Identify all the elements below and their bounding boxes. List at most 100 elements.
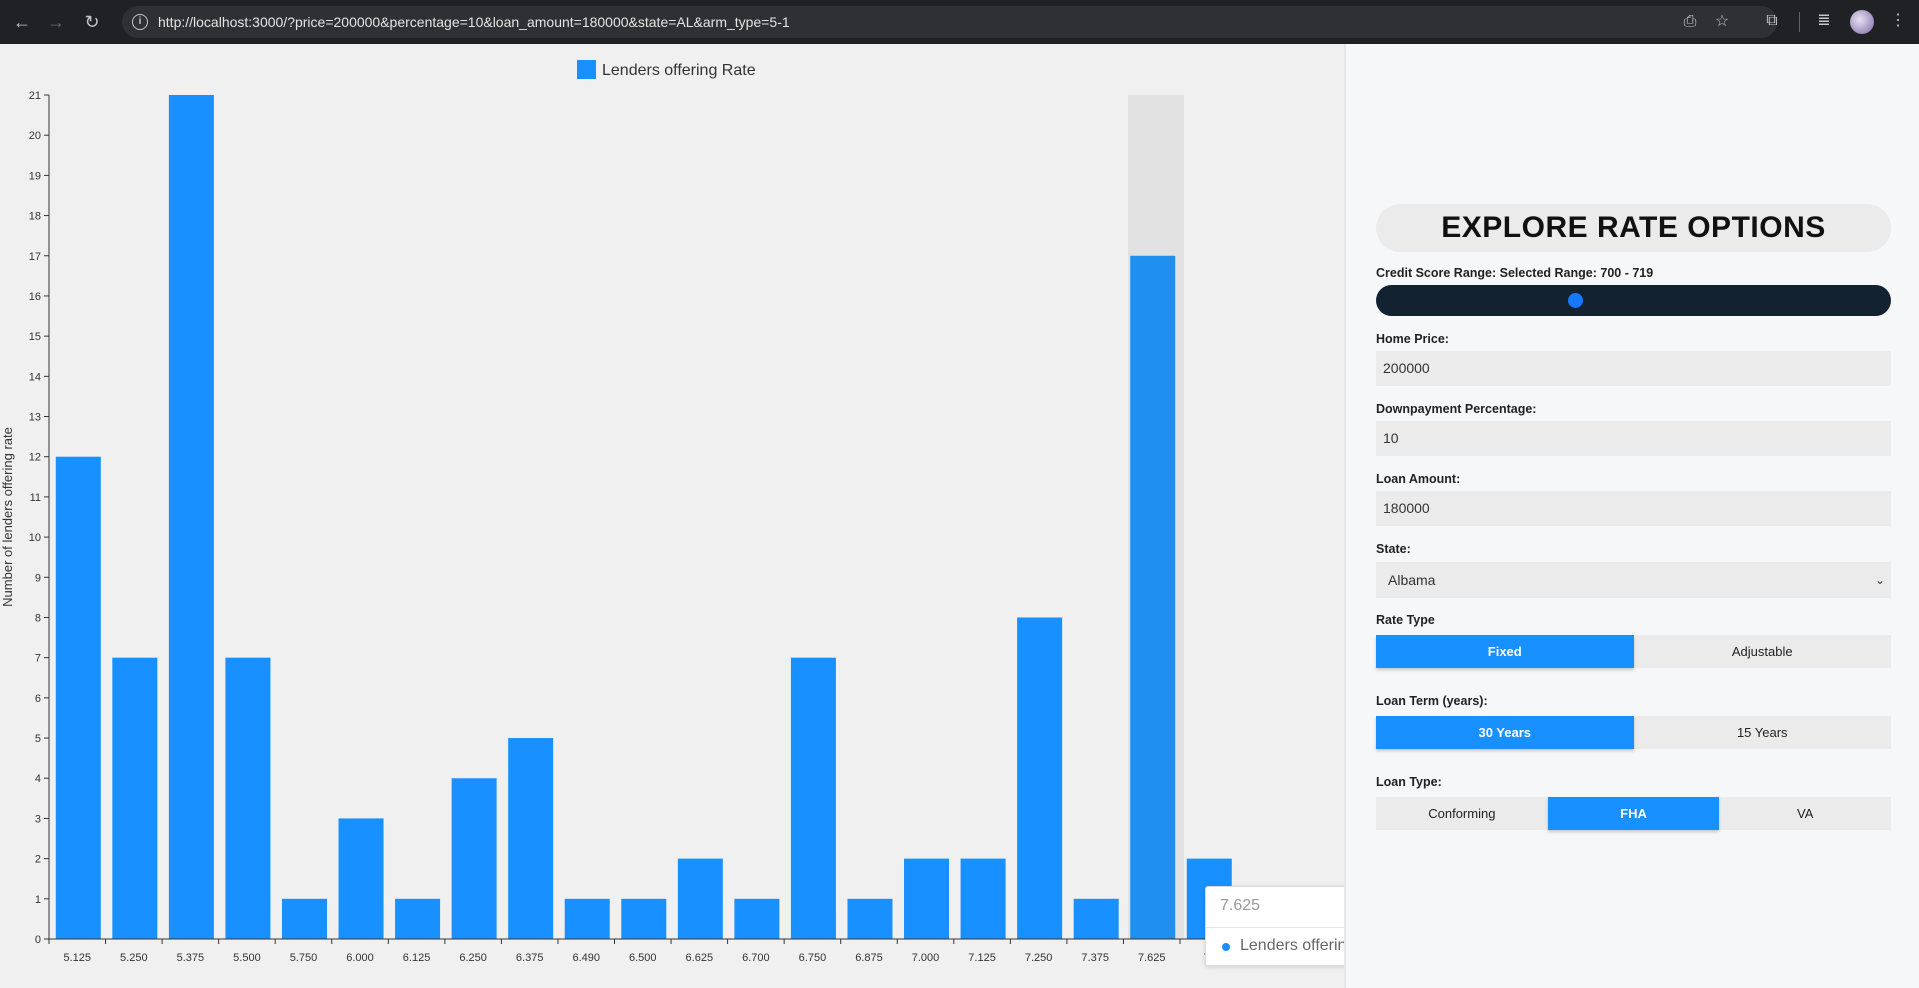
rate-type-adjustable-button[interactable]: Adjustable xyxy=(1634,635,1892,668)
credit-score-slider-thumb[interactable] xyxy=(1568,293,1583,308)
bar-6.000 xyxy=(338,818,384,939)
forward-icon[interactable]: → xyxy=(44,10,68,34)
bookmark-star-icon[interactable]: ☆ xyxy=(1710,10,1734,34)
menu-kebab-icon[interactable]: ⋮ xyxy=(1886,9,1910,33)
x-tick-label: 5.750 xyxy=(290,952,318,964)
bar-6.500 xyxy=(621,898,667,939)
x-tick-label: 5.500 xyxy=(233,952,261,964)
bar-7.000 xyxy=(904,858,950,939)
x-tick-label: 6.490 xyxy=(572,952,600,964)
state-select[interactable]: Albama ⌄ xyxy=(1376,562,1891,598)
y-tick-label: 0 xyxy=(35,934,41,946)
bar-7.125 xyxy=(960,858,1006,939)
credit-score-slider[interactable] xyxy=(1376,285,1891,316)
loan-type-conforming-button[interactable]: Conforming xyxy=(1376,797,1548,830)
bar-7.375 xyxy=(1073,898,1119,939)
x-tick-label: 7.250 xyxy=(1025,952,1053,964)
y-tick-label: 7 xyxy=(35,653,41,665)
extensions-icon[interactable]: ⧉ xyxy=(1760,9,1784,33)
profile-avatar[interactable] xyxy=(1850,10,1874,34)
x-tick-label: 7.375 xyxy=(1081,952,1109,964)
x-tick-label: 6.375 xyxy=(516,952,544,964)
x-tick-label: 5.125 xyxy=(64,952,92,964)
y-tick-label: 10 xyxy=(29,532,41,544)
downpayment-input[interactable]: 10 xyxy=(1376,421,1891,456)
loan-term-toggle: 30 Years 15 Years xyxy=(1376,716,1891,749)
y-tick-label: 8 xyxy=(35,612,41,624)
legend-label: Lenders offering Rate xyxy=(602,62,756,79)
site-info-icon[interactable]: i xyxy=(132,14,148,30)
bar-7.250 xyxy=(1017,617,1063,939)
loan-term-label: Loan Term (years): xyxy=(1376,694,1488,708)
bar-6.625 xyxy=(677,858,723,939)
toolbar-separator xyxy=(1799,12,1800,32)
legend-swatch xyxy=(577,60,596,79)
y-tick-label: 14 xyxy=(29,371,41,383)
x-tick-label: 5.250 xyxy=(120,952,148,964)
y-tick-label: 17 xyxy=(29,251,41,263)
bar-6.490 xyxy=(564,898,610,939)
y-tick-label: 20 xyxy=(29,130,41,142)
url-text[interactable]: http://localhost:3000/?price=200000&perc… xyxy=(158,14,790,30)
x-tick-label: 6.500 xyxy=(629,952,657,964)
y-tick-label: 5 xyxy=(35,733,41,745)
loan-amount-input[interactable]: 180000 xyxy=(1376,491,1891,526)
rate-type-toggle: Fixed Adjustable xyxy=(1376,635,1891,668)
reading-list-icon[interactable]: ≣ xyxy=(1812,9,1836,33)
y-tick-label: 3 xyxy=(35,813,41,825)
x-tick-label: 6.750 xyxy=(799,952,827,964)
loan-term-15-button[interactable]: 15 Years xyxy=(1634,716,1892,749)
y-tick-label: 4 xyxy=(35,773,41,785)
lenders-bar-chart: 0123456789101112131415161718192021Number… xyxy=(0,60,1344,964)
bar-6.250 xyxy=(451,778,497,939)
y-tick-label: 18 xyxy=(29,211,41,223)
x-tick-label: 7.000 xyxy=(912,952,940,964)
bar-5.750 xyxy=(281,898,327,939)
y-tick-label: 16 xyxy=(29,291,41,303)
y-tick-label: 9 xyxy=(35,572,41,584)
x-tick-label: 6.125 xyxy=(403,952,431,964)
rate-type-label: Rate Type xyxy=(1376,613,1435,627)
credit-score-label: Credit Score Range: Selected Range: 700 … xyxy=(1376,266,1654,280)
address-bar[interactable]: i http://localhost:3000/?price=200000&pe… xyxy=(122,6,1777,38)
tooltip-title: 7.625 xyxy=(1220,897,1261,914)
rate-chart-panel: 0 1 2 3 4 5 6 7 8 9 10 11 12 13 14 15 16 17 18 19 20 21 Number… xyxy=(0,44,1344,988)
downpayment-label: Downpayment Percentage: xyxy=(1376,402,1537,416)
state-label: State: xyxy=(1376,542,1411,556)
loan-term-30-button[interactable]: 30 Years xyxy=(1376,716,1634,749)
tooltip-series-marker xyxy=(1222,943,1230,951)
y-tick-label: 6 xyxy=(35,693,41,705)
bar-6.125 xyxy=(395,898,441,939)
panel-title: EXPLORE RATE OPTIONS xyxy=(1376,204,1891,252)
bar-5.250 xyxy=(112,657,158,939)
x-tick-label: 7.625 xyxy=(1138,952,1166,964)
loan-type-va-button[interactable]: VA xyxy=(1719,797,1891,830)
x-tick-label: 6.625 xyxy=(686,952,714,964)
bar-5.125 xyxy=(55,456,101,939)
loan-type-fha-button[interactable]: FHA xyxy=(1547,797,1720,830)
x-tick-label: 6.875 xyxy=(855,952,883,964)
bar-6.875 xyxy=(847,898,893,939)
y-axis-title: Number of lenders offering rate xyxy=(0,427,15,607)
loan-amount-label: Loan Amount: xyxy=(1376,472,1461,486)
reload-icon[interactable]: ↻ xyxy=(80,10,104,34)
bar-5.375 xyxy=(168,95,214,939)
back-icon[interactable]: ← xyxy=(10,10,34,34)
rate-type-fixed-button[interactable]: Fixed xyxy=(1376,635,1634,668)
bar-5.500 xyxy=(225,657,271,939)
bar-6.700 xyxy=(734,898,780,939)
x-tick-label: 6.250 xyxy=(459,952,487,964)
y-tick-label: 1 xyxy=(35,894,41,906)
x-tick-label: 6.000 xyxy=(346,952,374,964)
bar-7.625 xyxy=(1130,255,1176,939)
x-tick-label: 6.700 xyxy=(742,952,770,964)
y-tick-label: 15 xyxy=(29,331,41,343)
bar-6.375 xyxy=(508,738,554,939)
y-tick-label: 11 xyxy=(30,492,41,504)
install-app-icon[interactable]: ⎙ xyxy=(1678,10,1702,34)
y-tick-label: 2 xyxy=(35,854,41,866)
browser-toolbar: ← → ↻ i http://localhost:3000/?price=200… xyxy=(0,0,1919,44)
state-selected-value: Albama xyxy=(1388,572,1436,588)
home-price-input[interactable]: 200000 xyxy=(1376,351,1891,386)
rate-options-panel: EXPLORE RATE OPTIONS Credit Score Range:… xyxy=(1344,44,1919,988)
